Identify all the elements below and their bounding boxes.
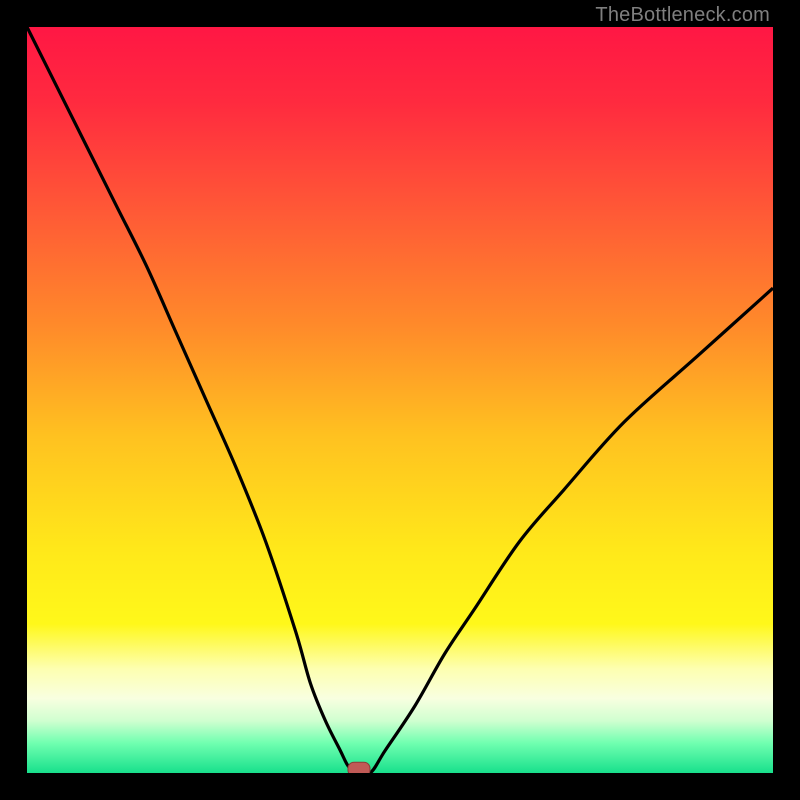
attribution-label: TheBottleneck.com bbox=[595, 4, 770, 27]
optimal-marker bbox=[348, 762, 370, 773]
chart-frame: TheBottleneck.com bbox=[0, 0, 800, 800]
bottleneck-chart bbox=[27, 27, 773, 773]
gradient-background bbox=[27, 27, 773, 773]
plot-area bbox=[27, 27, 773, 773]
